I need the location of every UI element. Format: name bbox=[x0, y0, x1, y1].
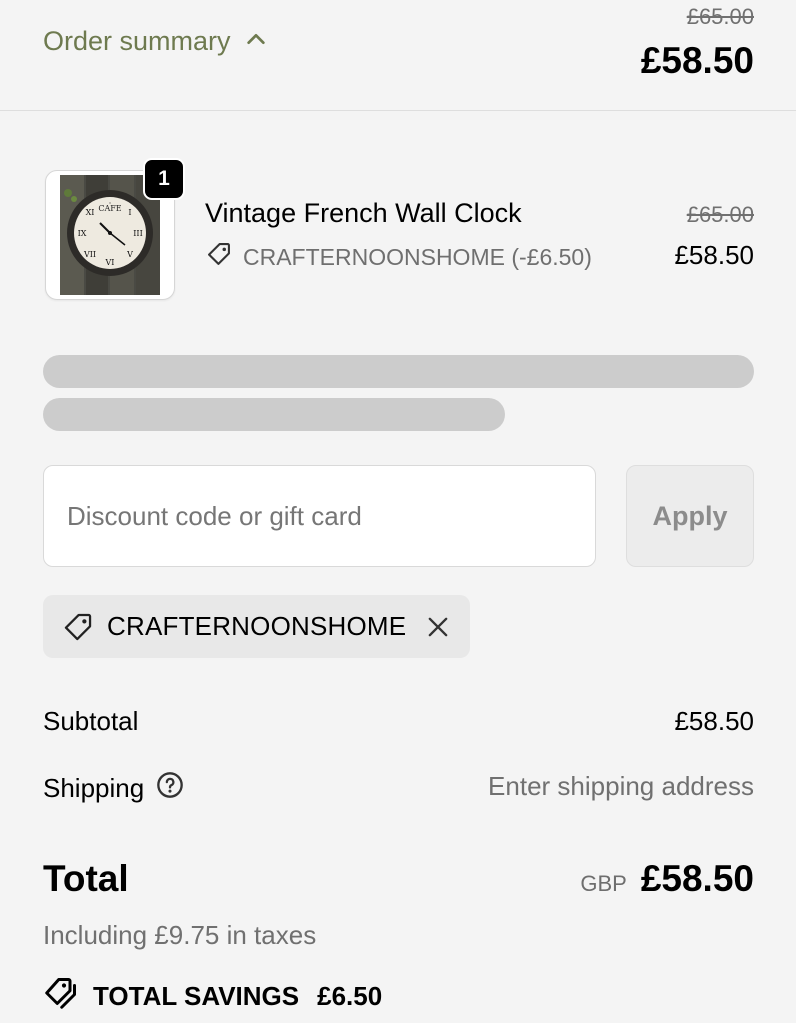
total-amount: £58.50 bbox=[640, 858, 754, 899]
chevron-up-icon bbox=[245, 26, 267, 57]
tag-icon bbox=[205, 240, 233, 274]
close-icon[interactable] bbox=[424, 613, 452, 641]
product-name: Vintage French Wall Clock bbox=[205, 198, 522, 228]
total-savings-amount: £6.50 bbox=[317, 981, 383, 1011]
total-savings: TOTAL SAVINGS £6.50 bbox=[43, 975, 382, 1018]
applied-discount-chip: CRAFTERNOONSHOME bbox=[43, 595, 470, 658]
total-label: Total bbox=[43, 858, 129, 899]
svg-text:·: · bbox=[109, 199, 112, 208]
header-original-total: £65.00 bbox=[686, 4, 754, 29]
product-discount: CRAFTERNOONSHOME (-£6.50) bbox=[205, 240, 592, 274]
product-discount-label: CRAFTERNOONSHOME (-£6.50) bbox=[243, 243, 592, 270]
svg-text:IX: IX bbox=[78, 229, 87, 238]
quantity-badge: 1 bbox=[143, 158, 185, 200]
svg-text:VI: VI bbox=[105, 258, 115, 267]
tags-icon bbox=[43, 975, 79, 1018]
svg-text:V: V bbox=[126, 250, 133, 259]
order-summary-toggle[interactable]: Order summary bbox=[43, 26, 267, 57]
subtotal-value: £58.50 bbox=[674, 706, 754, 736]
svg-text:XI: XI bbox=[86, 208, 95, 217]
currency-code: GBP bbox=[580, 871, 627, 896]
shipping-label: Shipping bbox=[43, 773, 145, 803]
subtotal-label: Subtotal bbox=[43, 706, 139, 736]
applied-discount-code: CRAFTERNOONSHOME bbox=[107, 611, 407, 641]
header-total: £58.50 bbox=[640, 40, 754, 81]
svg-text:I: I bbox=[128, 208, 131, 217]
loading-placeholder bbox=[43, 355, 754, 388]
apply-button[interactable]: Apply bbox=[626, 465, 754, 567]
discount-code-input[interactable] bbox=[43, 465, 596, 567]
total-savings-label: TOTAL SAVINGS bbox=[93, 981, 300, 1011]
total-value: GBP £58.50 bbox=[580, 858, 754, 900]
question-circle-icon[interactable] bbox=[156, 771, 184, 806]
shipping-row-label: Shipping bbox=[43, 771, 184, 806]
order-summary-header: Order summary £65.00 £58.50 bbox=[0, 0, 796, 111]
svg-text:III: III bbox=[133, 229, 142, 238]
loading-placeholder bbox=[43, 398, 505, 431]
line-item: CAFE · III VI IX I XI V VII 1 Vintage Fr… bbox=[43, 158, 754, 302]
product-price: £58.50 bbox=[674, 240, 754, 270]
taxes-note: Including £9.75 in taxes bbox=[43, 920, 317, 950]
tag-icon bbox=[61, 610, 95, 644]
svg-text:VII: VII bbox=[83, 250, 96, 259]
product-original-price: £65.00 bbox=[686, 202, 754, 227]
shipping-value: Enter shipping address bbox=[488, 771, 754, 801]
order-summary-toggle-label: Order summary bbox=[43, 26, 231, 56]
